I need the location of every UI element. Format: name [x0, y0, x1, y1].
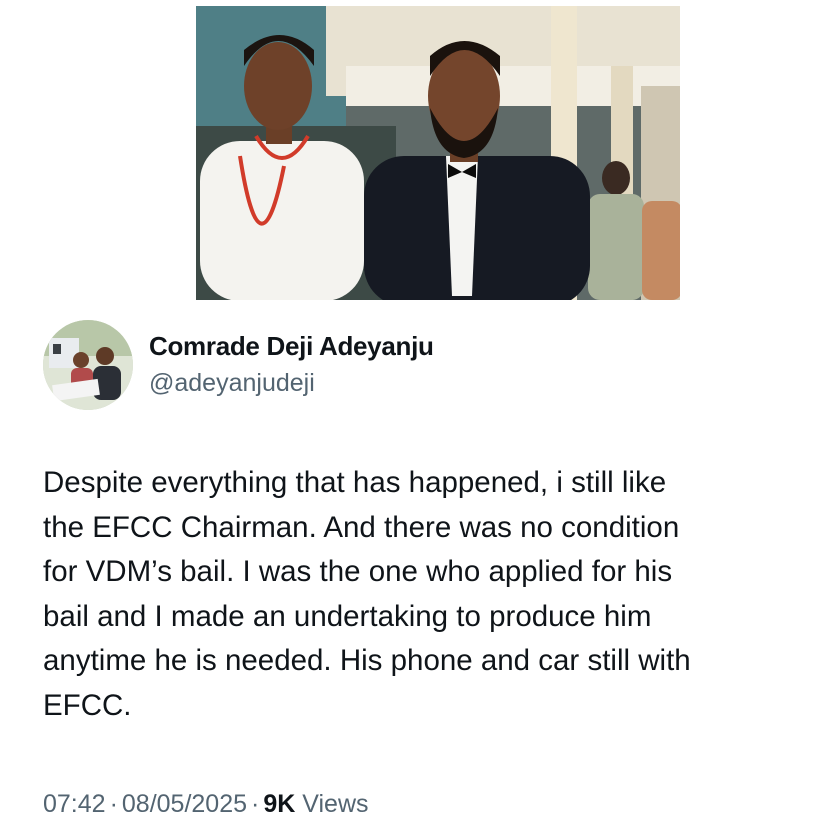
author-display-name[interactable]: Comrade Deji Adeyanju — [149, 331, 434, 362]
tweet-text-line: the EFCC Chairman. And there was no cond… — [43, 510, 680, 544]
tweet-photo[interactable] — [196, 6, 680, 300]
views-count[interactable]: 9K — [263, 790, 295, 818]
author-handle[interactable]: @adeyanjudeji — [149, 369, 315, 398]
avatar-image — [43, 320, 133, 410]
views-label[interactable]: Views — [302, 790, 368, 818]
tweet-text-line: Despite everything that has happened, i … — [43, 466, 667, 499]
tweet-meta: 07:42 · 08/05/2025 · 9K Views — [43, 790, 369, 819]
tweet-text-line: bail and I made an undertaking to produc… — [43, 599, 652, 633]
tweet-date[interactable]: 08/05/2025 — [122, 790, 247, 818]
photo-illustration — [196, 6, 680, 300]
meta-separator: · — [109, 790, 118, 818]
tweet-text-line: anytime he is needed. His phone and car … — [43, 644, 691, 677]
avatar[interactable] — [43, 320, 133, 410]
tweet-text-line: for VDM’s bail. I was the one who applie… — [43, 555, 673, 588]
meta-separator: · — [251, 790, 260, 818]
tweet-text-line: EFCC. — [43, 688, 132, 722]
tweet-text: Despite everything that has happened, i … — [43, 461, 813, 728]
tweet-time[interactable]: 07:42 — [43, 790, 106, 818]
